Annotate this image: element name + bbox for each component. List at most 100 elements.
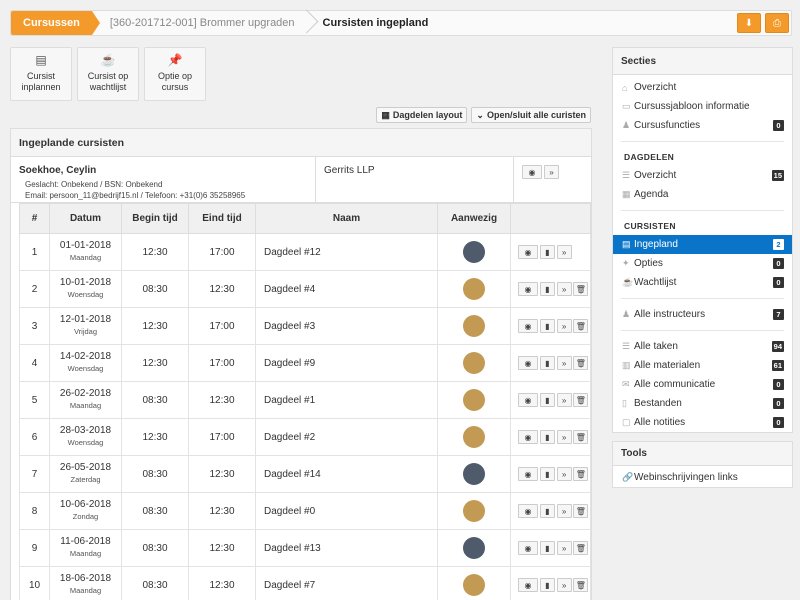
attendance-indicator[interactable] <box>463 315 485 337</box>
attendance-indicator[interactable] <box>463 500 485 522</box>
row-date: 14-02-2018 Woensdag <box>49 344 122 382</box>
sidebar-item-wachtlijst[interactable]: ☕ Wachtlijst 0 <box>613 273 792 292</box>
view-button[interactable]: ◉ <box>518 356 538 370</box>
expand-button[interactable]: » <box>556 541 572 555</box>
sidebar-item-alle-taken[interactable]: ☰ Alle taken 94 <box>613 337 792 356</box>
attendance-indicator[interactable] <box>463 241 485 263</box>
row-begin: 08:30 <box>121 381 189 419</box>
optie-op-cursus-button[interactable]: 📌 Optie op cursus <box>144 47 206 101</box>
view-button[interactable]: ◉ <box>518 430 538 444</box>
expand-button[interactable]: » <box>556 504 572 518</box>
sidebar-item-overzicht[interactable]: ☰ Overzicht 15 <box>613 166 792 185</box>
row-actions: ◉ ▮ » 🗑 <box>510 566 591 600</box>
document-button[interactable]: ▮ <box>539 541 555 555</box>
document-button[interactable]: ▮ <box>539 504 555 518</box>
breadcrumb-course-link[interactable]: [360-201712-001] Brommer upgraden <box>92 11 309 35</box>
dagdelen-layout-button[interactable]: ▦ Dagdelen layout <box>376 107 468 123</box>
document-button[interactable]: ▮ <box>539 467 555 481</box>
delete-button[interactable]: 🗑 <box>573 319 589 333</box>
page-title: Cursisten ingepland <box>322 17 429 29</box>
sidebar-item-agenda[interactable]: ▦ Agenda <box>613 185 792 204</box>
weekday: Maandag <box>69 401 102 410</box>
delete-button[interactable]: 🗑 <box>573 504 589 518</box>
download-button[interactable]: ⬇ <box>737 13 761 33</box>
delete-button[interactable]: 🗑 <box>573 467 589 481</box>
chevron-down-icon: » <box>549 167 554 177</box>
delete-button[interactable]: 🗑 <box>573 393 589 407</box>
attendance-indicator[interactable] <box>463 389 485 411</box>
document-button[interactable]: ▮ <box>539 578 555 592</box>
eye-icon: ◉ <box>524 321 532 331</box>
document-button[interactable]: ▮ <box>539 356 555 370</box>
pin-icon: ✦ <box>622 258 630 268</box>
sidebar-item-cursusfuncties[interactable]: ♟ Cursusfuncties 0 <box>613 116 792 135</box>
sidebar-item-cursussjabloon-informatie[interactable]: ▭ Cursussjabloon informatie <box>613 97 792 116</box>
sidebar-item-alle-materialen[interactable]: ▥ Alle materialen 61 <box>613 356 792 375</box>
view-button[interactable]: ◉ <box>518 504 538 518</box>
view-button[interactable]: ◉ <box>518 467 538 481</box>
trash-icon: 🗑 <box>575 321 586 331</box>
row-attendance <box>437 566 511 600</box>
divider <box>621 330 784 331</box>
attendance-indicator[interactable] <box>463 463 485 485</box>
tools-panel: Tools 🔗 Webinschrijvingen links <box>612 441 793 488</box>
row-name: Dagdeel #0 <box>255 492 438 530</box>
sidebar-item-overzicht[interactable]: ⌂ Overzicht <box>613 78 792 97</box>
attendance-indicator[interactable] <box>463 426 485 448</box>
document-button[interactable]: ▮ <box>539 282 555 296</box>
expand-button[interactable]: » <box>556 467 572 481</box>
attendance-indicator[interactable] <box>463 537 485 559</box>
file-icon: ▮ <box>545 469 550 479</box>
delete-button[interactable]: 🗑 <box>573 356 589 370</box>
tile-label: Optie op <box>157 71 193 81</box>
expand-button[interactable]: » <box>556 430 572 444</box>
view-button[interactable]: ◉ <box>518 393 538 407</box>
view-button[interactable]: ◉ <box>518 319 538 333</box>
expand-person-button[interactable]: » <box>544 165 559 179</box>
sidebar-item-alle-instructeurs[interactable]: ♟ Alle instructeurs 7 <box>613 305 792 324</box>
cursist-inplannen-button[interactable]: ▤ Cursist inplannen <box>10 47 72 101</box>
view-button[interactable]: ◉ <box>518 578 538 592</box>
expand-button[interactable]: » <box>556 319 572 333</box>
view-button[interactable]: ◉ <box>518 245 538 259</box>
attendance-indicator[interactable] <box>463 574 485 596</box>
view-person-button[interactable]: ◉ <box>522 165 542 179</box>
sidebar-item-opties[interactable]: ✦ Opties 0 <box>613 254 792 273</box>
document-button[interactable]: ▮ <box>539 245 555 259</box>
view-button[interactable]: ◉ <box>518 282 538 296</box>
delete-button[interactable]: 🗑 <box>573 578 589 592</box>
row-date: 10-06-2018 Zondag <box>49 492 122 530</box>
document-button[interactable]: ▮ <box>539 393 555 407</box>
expand-button[interactable]: » <box>556 393 572 407</box>
toggle-all-button[interactable]: ⌄ Open/sluit alle curisten <box>471 107 591 123</box>
sidebar-item-ingepland[interactable]: ▤ Ingepland 2 <box>613 235 792 254</box>
document-button[interactable]: ▮ <box>539 430 555 444</box>
delete-button[interactable]: 🗑 <box>573 541 589 555</box>
sidebar-item-bestanden[interactable]: ▯ Bestanden 0 <box>613 394 792 413</box>
document-button[interactable]: ▮ <box>539 319 555 333</box>
view-button[interactable]: ◉ <box>518 541 538 555</box>
coffee-icon: ☕ <box>100 53 116 67</box>
webinschrijvingen-link[interactable]: 🔗 Webinschrijvingen links <box>613 468 792 487</box>
trash-icon: 🗑 <box>575 469 586 479</box>
expand-button[interactable]: » <box>556 245 572 259</box>
expand-button[interactable]: » <box>556 356 572 370</box>
sidebar-item-alle-communicatie[interactable]: ✉ Alle communicatie 0 <box>613 375 792 394</box>
delete-button[interactable]: 🗑 <box>573 282 589 296</box>
cursist-wachtlijst-button[interactable]: ☕ Cursist op wachtlijst <box>77 47 139 101</box>
attendance-indicator[interactable] <box>463 352 485 374</box>
attendance-indicator[interactable] <box>463 278 485 300</box>
expand-button[interactable]: » <box>556 282 572 296</box>
delete-button[interactable]: 🗑 <box>573 430 589 444</box>
expand-button[interactable]: » <box>556 578 572 592</box>
row-end: 17:00 <box>188 344 256 382</box>
print-button[interactable]: ⎙ <box>765 13 789 33</box>
sidebar-item-alle-notities[interactable]: ▢ Alle notities 0 <box>613 413 792 432</box>
count-badge: 0 <box>773 417 784 428</box>
breadcrumb-home-link[interactable]: Cursussen <box>11 11 100 35</box>
row-date: 12-01-2018 Vrijdag <box>49 307 122 345</box>
row-actions: ◉ ▮ » 🗑 <box>510 418 591 456</box>
table-row: 2 10-01-2018 Woensdag 08:30 12:30 Dagdee… <box>19 270 591 308</box>
tile-label: inplannen <box>21 82 61 92</box>
template-icon: ▭ <box>622 101 631 111</box>
